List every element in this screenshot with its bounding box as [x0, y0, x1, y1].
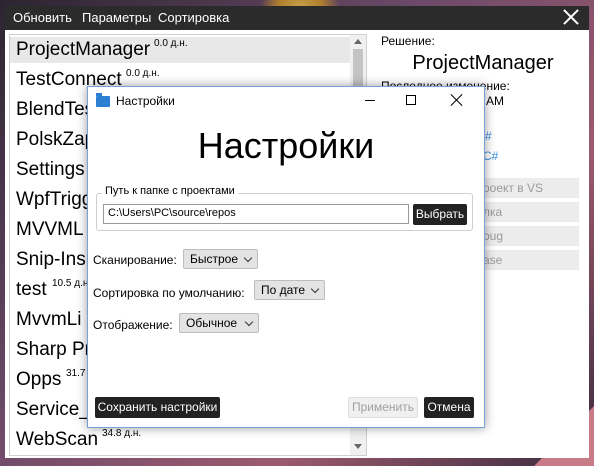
chevron-down-icon: [244, 317, 254, 327]
project-name: WebScan: [16, 429, 99, 450]
project-name: ProjectManager: [16, 39, 151, 60]
minimize-icon[interactable]: [363, 93, 377, 107]
project-size: 0.0 д.н.: [154, 38, 188, 49]
release-button[interactable]: ase: [477, 250, 579, 270]
scan-value: Быстрое: [190, 252, 239, 266]
folder-path-field[interactable]: C:\Users\PC\source\repos: [103, 204, 409, 224]
project-name: Snip-Ins: [16, 249, 86, 270]
save-settings-button[interactable]: Сохранить настройки: [95, 397, 220, 418]
sort-select[interactable]: По дате: [254, 280, 325, 300]
display-value: Обычное: [186, 316, 238, 330]
display-label: Отображение:: [93, 318, 173, 332]
scan-select[interactable]: Быстрое: [183, 249, 258, 269]
dialog-title: Настройки: [116, 94, 175, 108]
menu-params[interactable]: Параметры: [82, 10, 151, 25]
close-icon[interactable]: [561, 7, 581, 27]
cancel-button[interactable]: Отмена: [424, 397, 474, 418]
list-item[interactable]: WebScan 34.8 д.н.: [10, 427, 350, 453]
last-change-time: AM: [486, 94, 504, 108]
project-size: 0.0 д.н.: [126, 68, 160, 79]
project-size: 34.8 д.н.: [102, 428, 142, 439]
open-folder-button[interactable]: лка: [477, 202, 579, 222]
menu-sort[interactable]: Сортировка: [158, 10, 229, 25]
project-size: 31.7: [66, 368, 86, 379]
scroll-up-icon[interactable]: [354, 39, 362, 44]
project-name: Opps: [16, 369, 62, 390]
project-name: MvvmLi: [16, 309, 82, 330]
project-name: MVVML: [16, 219, 84, 240]
solution-label: Решение:: [381, 34, 435, 48]
settings-dialog: Настройки Настройки Путь к папке с проек…: [87, 86, 485, 428]
scroll-down-icon[interactable]: [354, 444, 362, 449]
folder-legend: Путь к папке с проектами: [102, 185, 238, 197]
display-select[interactable]: Обычное: [179, 313, 259, 333]
project-name: test: [16, 279, 47, 300]
sort-label: Сортировка по умолчанию:: [93, 286, 245, 300]
dialog-titlebar: Настройки: [88, 87, 484, 115]
list-item[interactable]: ProjectManager 0.0 д.н.: [10, 37, 350, 63]
project-name: PolskZap: [16, 129, 96, 150]
chevron-down-icon: [310, 284, 320, 294]
debug-button[interactable]: bug: [477, 226, 579, 246]
project-size: 10.5 д.н.: [52, 278, 92, 289]
solution-name: ProjectManager: [412, 52, 554, 74]
maximize-icon[interactable]: [406, 95, 416, 105]
apply-button[interactable]: Применить: [348, 397, 418, 418]
language-csharp: C#: [483, 149, 499, 163]
project-name: Service_: [16, 399, 90, 420]
dialog-heading: Настройки: [197, 125, 375, 166]
close-icon[interactable]: [450, 93, 464, 107]
folder-icon: [96, 93, 110, 107]
open-vs-button[interactable]: роект в VS: [477, 178, 579, 198]
project-name: Settings: [16, 159, 85, 180]
menu-bar: Обновить Параметры Сортировка: [5, 6, 589, 30]
sort-value: По дате: [261, 283, 306, 297]
project-name: Sharp Pr: [16, 339, 91, 360]
menu-refresh[interactable]: Обновить: [13, 10, 72, 25]
scan-label: Сканирование:: [93, 253, 177, 267]
chevron-down-icon: [243, 253, 253, 263]
language-value: #: [485, 129, 492, 143]
project-name: WpfTrigg: [16, 189, 93, 210]
project-name: BlendTes: [16, 99, 95, 120]
browse-button[interactable]: Выбрать: [413, 204, 467, 225]
